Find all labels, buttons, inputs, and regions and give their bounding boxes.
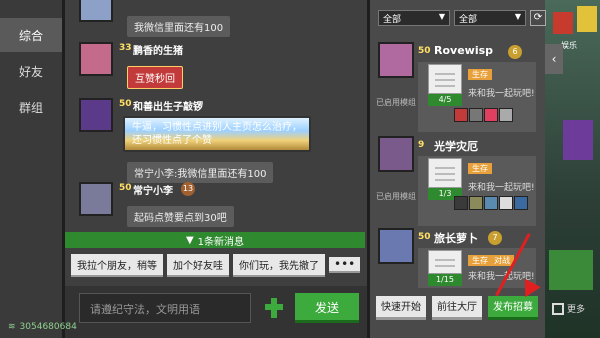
type-filter-value: 全部 xyxy=(459,15,478,25)
go-lobby-button[interactable]: 前往大厅 xyxy=(432,296,482,320)
message-bubble: 牛逼，习惯性点进别人主页怎么治疗，还习惯性点了个赞 xyxy=(123,116,311,152)
recruit-card[interactable]: 9 光学灾厄 1/3 生存 来和我一起玩吧! 已启用模组 xyxy=(376,136,544,226)
player-count: 1/15 xyxy=(428,274,462,286)
chat-panel: 我微信里面还有100 33 鹏香的生猪 互赞秒回 50 和善出生子敲锣 牛逼，习… xyxy=(62,0,370,338)
new-message-bar[interactable]: ▼ 1条新消息 xyxy=(65,232,365,248)
mode-filter-value: 全部 xyxy=(383,15,402,25)
quick-reply-button[interactable]: 我拉个朋友，稍等 xyxy=(71,253,163,277)
quick-start-button[interactable]: 快速开始 xyxy=(376,296,426,320)
message-bubble: 我微信里面还有100 xyxy=(127,16,231,37)
message-list[interactable]: 我微信里面还有100 33 鹏香的生猪 互赞秒回 50 和善出生子敲锣 牛逼，习… xyxy=(65,0,365,232)
level-badge: 9 xyxy=(418,140,425,150)
network-status: ≋ 3054680684 xyxy=(8,322,77,332)
chevron-down-icon: ▼ xyxy=(438,12,445,21)
player-name: 光学灾厄 xyxy=(434,140,478,153)
username[interactable]: 常宁小李 xyxy=(133,182,173,197)
tab-friends[interactable]: 好友 xyxy=(0,54,62,88)
wifi-icon: ≋ xyxy=(8,322,16,332)
mod-icon xyxy=(499,196,513,210)
level-badge: 33 xyxy=(119,43,132,53)
recruit-panel: 全部 ▼ 全部 ▼ ⟳ 50 Rovewisp 6 4/5 生存 来和我一起玩吧… xyxy=(367,0,546,338)
mod-icon xyxy=(469,108,483,122)
avatar[interactable] xyxy=(79,42,113,76)
more-button[interactable]: 更多 xyxy=(552,302,585,315)
send-button[interactable]: 发送 xyxy=(295,293,359,323)
grid-icon xyxy=(552,302,564,315)
collapse-panel-button[interactable]: ‹ xyxy=(545,44,563,74)
recruit-card[interactable]: 50 Rovewisp 6 4/5 生存 来和我一起玩吧! 已启用模组 xyxy=(376,42,544,132)
player-name: 旅长萝卜 xyxy=(434,232,478,245)
rank-icon: 6 xyxy=(508,45,522,59)
level-badge: 50 xyxy=(119,183,132,193)
filters: 全部 ▼ 全部 ▼ ⟳ xyxy=(378,10,546,26)
new-message-label: 1条新消息 xyxy=(197,236,245,248)
used-mods-label: 已启用模组 xyxy=(376,98,416,107)
card-body: 1/3 生存 来和我一起玩吧! xyxy=(418,156,536,226)
mod-icon xyxy=(499,108,513,122)
mode-tag: 生存 xyxy=(468,163,492,174)
mod-list xyxy=(454,196,528,210)
username[interactable]: 和善出生子敲锣 xyxy=(133,98,203,113)
avatar xyxy=(378,228,414,264)
mod-icon xyxy=(454,108,468,122)
avatar xyxy=(378,136,414,172)
rank-icon: 13 xyxy=(181,182,195,196)
avatar[interactable] xyxy=(79,182,113,216)
tab-groups[interactable]: 群组 xyxy=(0,90,62,124)
rank-icon: 7 xyxy=(488,231,502,245)
level-badge: 50 xyxy=(119,99,132,109)
mod-icon xyxy=(469,196,483,210)
refresh-icon[interactable]: ⟳ xyxy=(530,10,546,26)
quick-replies: 我拉个朋友，稍等 加个好友哇 你们玩，我先撤了 ••• xyxy=(65,252,365,278)
quick-reply-button[interactable]: 你们玩，我先撤了 xyxy=(233,253,325,277)
more-label: 更多 xyxy=(567,305,586,315)
player-name: Rovewisp xyxy=(434,44,494,57)
bg-label: 娱乐 xyxy=(561,41,577,50)
quick-reply-button[interactable]: 加个好友哇 xyxy=(167,253,229,277)
slogan: 来和我一起玩吧! xyxy=(468,89,535,99)
more-replies-button[interactable]: ••• xyxy=(329,257,361,273)
level-badge: 50 xyxy=(418,46,431,56)
emoji-icon[interactable] xyxy=(265,298,283,318)
mode-filter-select[interactable]: 全部 ▼ xyxy=(378,10,450,26)
avatar[interactable] xyxy=(79,0,113,22)
chevron-down-icon: ▼ xyxy=(185,234,194,246)
map-thumbnail xyxy=(428,64,462,94)
player-count: 4/5 xyxy=(428,94,462,106)
input-bar: 请遵纪守法，文明用语 发送 xyxy=(65,286,370,338)
mod-icon xyxy=(484,196,498,210)
map-thumbnail xyxy=(428,250,462,274)
avatar xyxy=(378,42,414,78)
chat-tabs: 综合 好友 群组 xyxy=(0,0,62,338)
level-badge: 50 xyxy=(418,232,431,242)
message-bubble: 互赞秒回 xyxy=(127,66,183,89)
mod-icon xyxy=(454,196,468,210)
username[interactable]: 鹏香的生猪 xyxy=(133,42,183,57)
mod-icon xyxy=(514,196,528,210)
panel-actions: 快速开始 前往大厅 发布招募 xyxy=(376,296,538,320)
recruit-card[interactable]: 50 旅长萝卜 7 1/15 生存 对战 来和我一起玩吧! xyxy=(376,228,544,290)
net-id: 3054680684 xyxy=(19,322,77,332)
message-input[interactable]: 请遵纪守法，文明用语 xyxy=(79,293,251,323)
used-mods-label: 已启用模组 xyxy=(376,192,416,201)
message-bubble: 起码点赞要点到30吧 xyxy=(127,206,234,227)
type-filter-select[interactable]: 全部 ▼ xyxy=(454,10,526,26)
mode-tag: 生存 xyxy=(468,69,492,80)
map-thumbnail xyxy=(428,158,462,188)
mode-tag: 生存 xyxy=(468,255,492,266)
mod-icon xyxy=(484,108,498,122)
mod-list xyxy=(454,108,513,122)
chevron-down-icon: ▼ xyxy=(514,12,521,21)
avatar[interactable] xyxy=(79,98,113,132)
slogan: 来和我一起玩吧! xyxy=(468,183,535,193)
tab-general[interactable]: 综合 xyxy=(0,18,62,52)
message-bubble: 常宁小李:我微信里面还有100 xyxy=(127,162,274,183)
